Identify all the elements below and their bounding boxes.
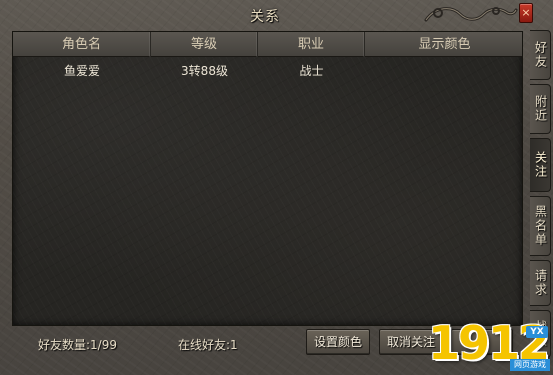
dragon-ornament-icon bbox=[424, 7, 518, 22]
cell-job: 战士 bbox=[299, 64, 324, 78]
tab-requests[interactable]: 请求 bbox=[530, 260, 551, 306]
relationship-window: 关系 × 角色名 等级 职业 显示颜色 鱼爱爱 3转88级 战士 好友数量:1/… bbox=[0, 0, 553, 375]
column-header-level[interactable]: 等级 bbox=[151, 32, 258, 57]
tab-nearby[interactable]: 附近 bbox=[530, 84, 551, 134]
column-header-color[interactable]: 显示颜色 bbox=[365, 32, 522, 57]
cell-level: 3转88级 bbox=[181, 64, 228, 78]
tab-blacklist[interactable]: 黑名单 bbox=[530, 196, 551, 256]
tab-follow[interactable]: 关注 bbox=[530, 138, 551, 192]
cell-color bbox=[365, 59, 522, 83]
watermark-subtitle: 网页游戏 bbox=[510, 359, 550, 371]
friend-count-label: 好友数量:1/99 bbox=[38, 338, 117, 352]
close-button[interactable]: × bbox=[519, 3, 533, 23]
column-header-name[interactable]: 角色名 bbox=[13, 32, 151, 57]
table-header: 角色名 等级 职业 显示颜色 bbox=[13, 32, 522, 57]
cell-name: 鱼爱爱 bbox=[63, 64, 100, 78]
tab-friends[interactable]: 好友 bbox=[530, 30, 551, 80]
set-color-button[interactable]: 设置颜色 bbox=[306, 329, 370, 355]
site-watermark-logo: 1912 YX 网页游戏 bbox=[428, 318, 550, 373]
table-row[interactable]: 鱼爱爱 3转88级 战士 bbox=[13, 59, 522, 83]
watermark-badge: YX bbox=[526, 326, 548, 338]
title-bar[interactable]: 关系 × bbox=[0, 0, 533, 30]
column-header-job[interactable]: 职业 bbox=[258, 32, 365, 57]
online-friends-label: 在线好友:1 bbox=[178, 338, 238, 352]
relationship-list-panel: 角色名 等级 职业 显示颜色 鱼爱爱 3转88级 战士 bbox=[12, 31, 523, 326]
